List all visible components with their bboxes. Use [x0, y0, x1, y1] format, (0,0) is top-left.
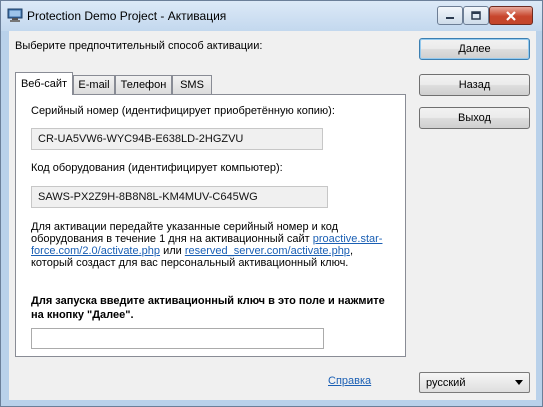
exit-button[interactable]: Выход — [419, 107, 530, 129]
close-button[interactable] — [489, 6, 533, 25]
maximize-button[interactable] — [463, 6, 489, 25]
hardware-code-field[interactable]: SAWS-PX2Z9H-8B8N8L-KM4MUV-C645WG — [31, 186, 328, 208]
help-link[interactable]: Справка — [328, 375, 371, 387]
maximize-icon — [471, 11, 481, 20]
language-selected: русский — [426, 377, 466, 389]
title-bar[interactable]: Protection Demo Project - Активация — [1, 1, 542, 31]
close-icon — [506, 10, 516, 21]
tab-phone[interactable]: Телефон — [115, 75, 172, 94]
tab-email[interactable]: E-mail — [73, 75, 115, 94]
hardware-code-label: Код оборудования (идентифицирует компьют… — [31, 162, 283, 174]
minimize-button[interactable] — [437, 6, 463, 25]
activation-key-prompt: Для запуска введите активационный ключ в… — [31, 295, 385, 321]
serial-number-field[interactable]: CR-UA5VW6-WYC94B-E638LD-2HGZVU — [31, 128, 323, 150]
computer-icon — [7, 8, 23, 22]
activation-method-prompt: Выберите предпочтительный способ активац… — [15, 40, 263, 52]
instructions-text-start: Для активации передайте указанные серийн… — [31, 221, 339, 245]
next-button[interactable]: Далее — [419, 38, 530, 60]
reserve-server-link[interactable]: reserved_server.com/activate.php — [185, 245, 350, 257]
tab-website[interactable]: Веб-сайт — [15, 72, 73, 95]
activation-instructions: Для активации передайте указанные серийн… — [31, 221, 391, 269]
activation-window: Protection Demo Project - Активация Выбе… — [0, 0, 543, 407]
chevron-down-icon — [515, 380, 523, 385]
window-title: Protection Demo Project - Активация — [27, 9, 227, 23]
language-select[interactable]: русский — [419, 372, 530, 393]
instructions-text-or: или — [160, 245, 185, 257]
tab-sms[interactable]: SMS — [172, 75, 212, 94]
serial-number-label: Серийный номер (идентифицирует приобретё… — [31, 105, 335, 117]
back-button[interactable]: Назад — [419, 74, 530, 96]
website-tab-panel: Серийный номер (идентифицирует приобретё… — [15, 94, 406, 357]
minimize-icon — [446, 16, 454, 19]
activation-key-input[interactable] — [31, 328, 324, 349]
dialog-body: Выберите предпочтительный способ активац… — [9, 31, 536, 400]
